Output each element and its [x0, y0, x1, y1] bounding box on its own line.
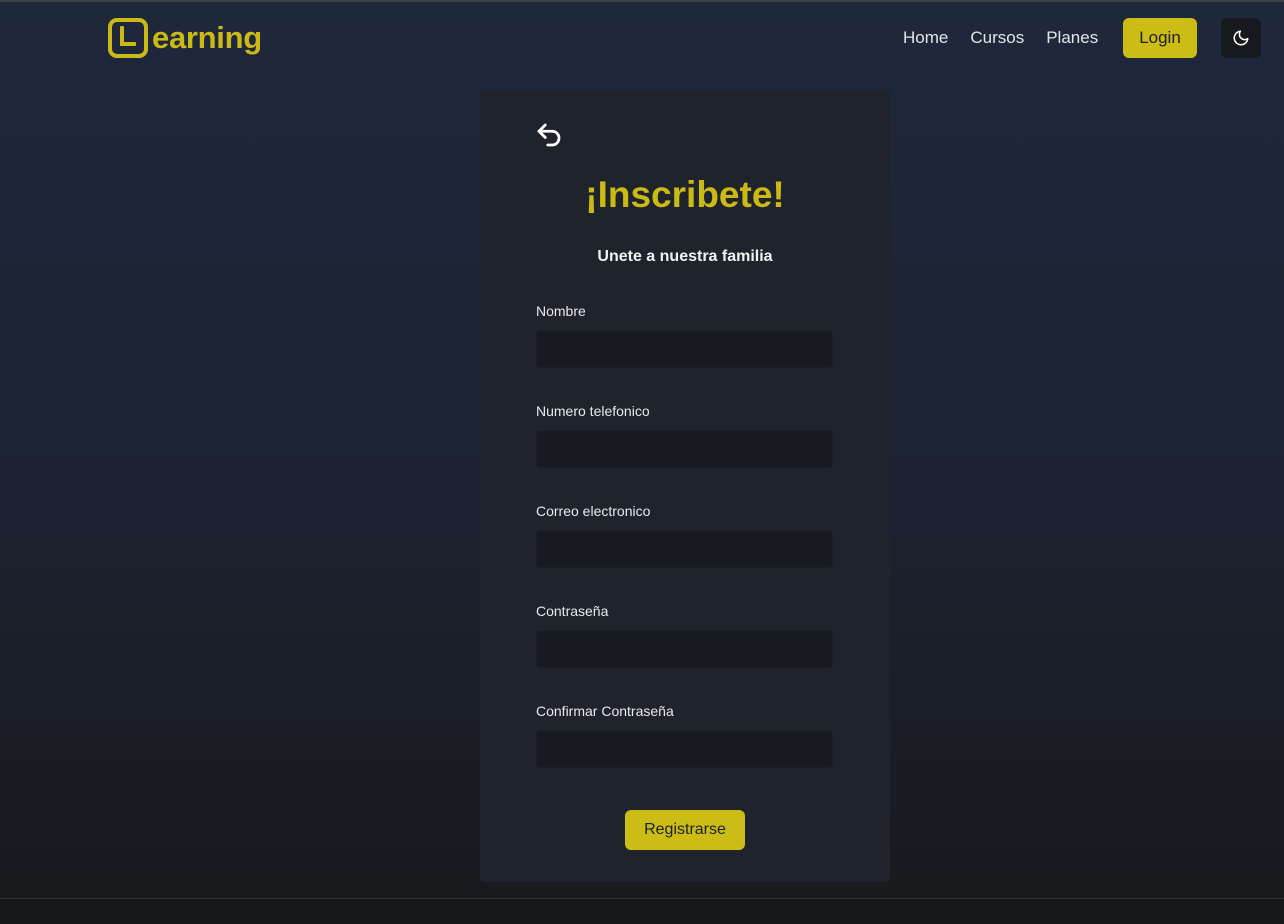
top-border: [0, 0, 1284, 2]
confirm-password-input[interactable]: [536, 730, 833, 768]
nav-link-cursos[interactable]: Cursos: [970, 28, 1024, 48]
phone-input[interactable]: [536, 430, 833, 468]
name-input[interactable]: [536, 330, 833, 368]
logo-text: earning: [152, 20, 262, 55]
signup-card: ¡Inscribete! Unete a nuestra familia Nom…: [480, 90, 890, 882]
footer-bar: [0, 898, 1284, 924]
logo-icon: [108, 18, 148, 58]
register-button[interactable]: Registrarse: [625, 810, 745, 850]
name-label: Nombre: [536, 303, 586, 319]
password-input[interactable]: [536, 630, 833, 668]
main-nav: Home Cursos Planes: [892, 18, 1109, 58]
phone-label: Numero telefonico: [536, 403, 650, 419]
nav-link-planes[interactable]: Planes: [1046, 28, 1098, 48]
password-label: Contraseña: [536, 603, 609, 619]
logo[interactable]: earning: [108, 18, 262, 58]
email-input[interactable]: [536, 530, 833, 568]
back-button[interactable]: [534, 120, 566, 152]
moon-icon: [1233, 30, 1249, 46]
page-title: ¡Inscribete!: [585, 174, 785, 215]
email-label: Correo electronico: [536, 503, 651, 519]
page-subtitle: Unete a nuestra familia: [597, 248, 773, 265]
confirm-password-label: Confirmar Contraseña: [536, 703, 674, 719]
theme-toggle-button[interactable]: [1221, 18, 1261, 58]
undo-arrow-icon: [537, 123, 561, 147]
login-button[interactable]: Login: [1123, 18, 1197, 58]
nav-link-home[interactable]: Home: [903, 28, 948, 48]
